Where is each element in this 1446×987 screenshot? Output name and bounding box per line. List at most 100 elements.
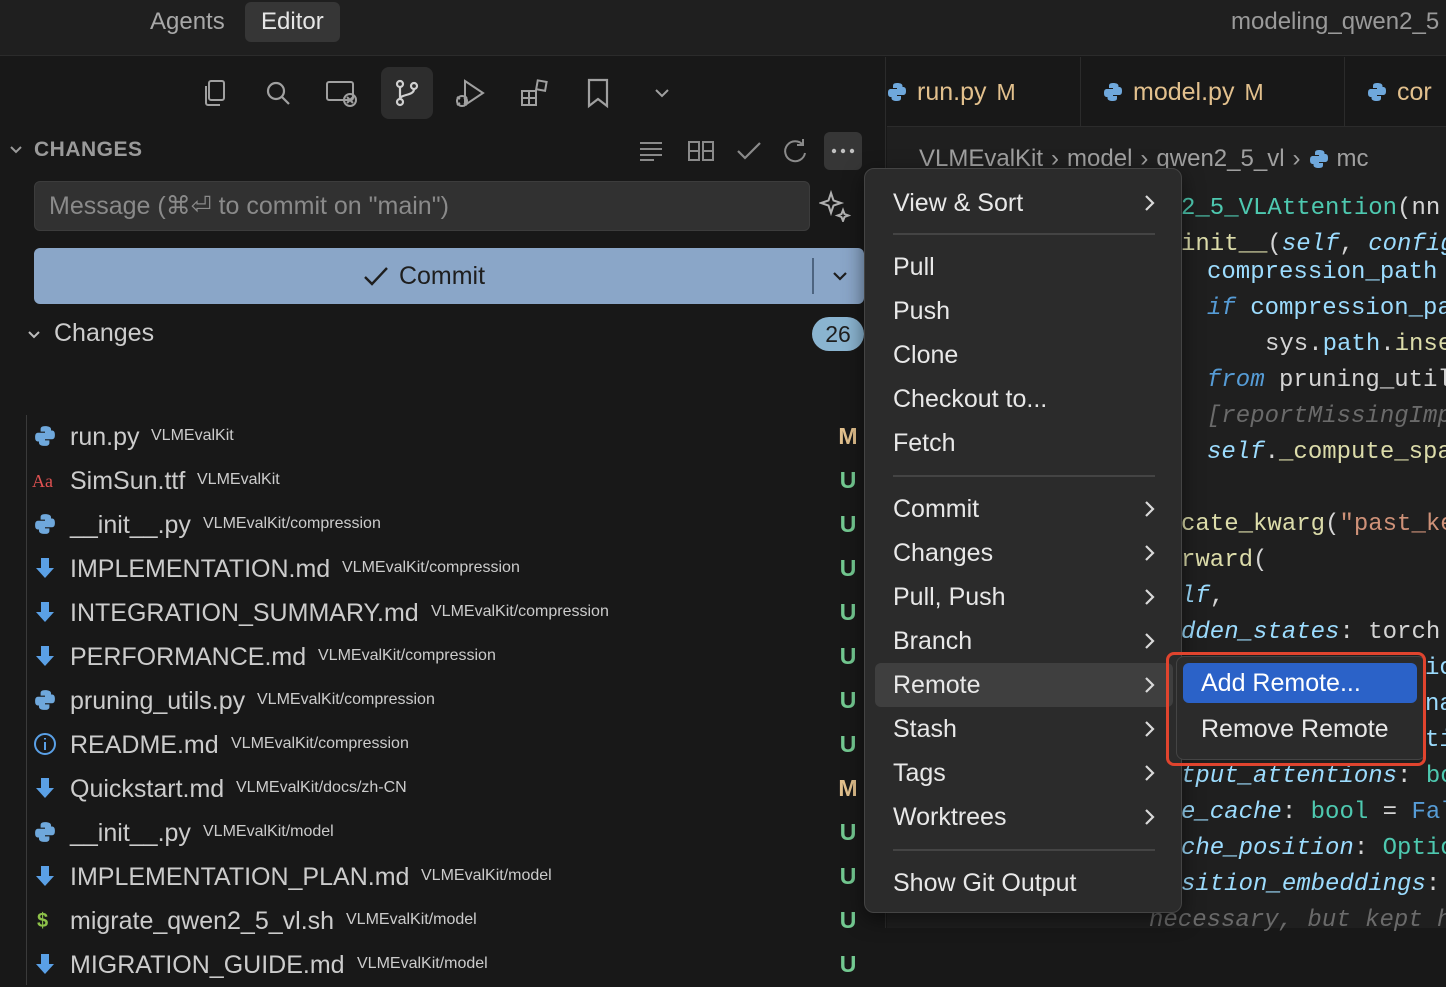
chevron-right-icon xyxy=(1145,809,1155,825)
compare-icon[interactable] xyxy=(682,132,720,170)
file-row[interactable]: __init__.py VLMEvalKit/compression U xyxy=(0,503,886,547)
chevron-right-icon xyxy=(1145,545,1155,561)
file-row[interactable]: run.py VLMEvalKit M xyxy=(0,415,886,459)
file-name: IMPLEMENTATION_PLAN.md xyxy=(70,863,410,891)
svg-text:$: $ xyxy=(37,910,48,932)
file-status: U xyxy=(839,687,857,713)
python-file-icon xyxy=(32,819,58,845)
menu-item-tags[interactable]: Tags xyxy=(875,751,1173,795)
markdown-file-icon xyxy=(32,643,58,669)
editor-tabs: run.py M model.py M cor xyxy=(887,57,1446,127)
file-status: U xyxy=(839,907,857,933)
menu-item-clone[interactable]: Clone xyxy=(875,333,1173,377)
tab-editor[interactable]: Editor xyxy=(245,2,340,42)
chevron-down-icon xyxy=(10,146,22,154)
extensions-icon[interactable] xyxy=(508,67,560,119)
file-name: Quickstart.md xyxy=(70,775,225,803)
commit-button[interactable]: Commit xyxy=(34,248,864,304)
file-row[interactable]: README.md VLMEvalKit/compression U xyxy=(0,723,886,767)
commit-separator xyxy=(812,258,814,294)
explorer-icon[interactable] xyxy=(189,67,241,119)
menu-item-pull-push[interactable]: Pull, Push xyxy=(875,575,1173,619)
file-row[interactable]: $ migrate_qwen2_5_vl.sh VLMEvalKit/model U xyxy=(0,899,886,943)
file-name: __init__.py xyxy=(70,819,191,847)
file-row[interactable]: __init__.py VLMEvalKit/model U xyxy=(0,811,886,855)
menu-item-checkout-to[interactable]: Checkout to... xyxy=(875,377,1173,421)
svg-text:Aa: Aa xyxy=(32,471,53,491)
changes-section-header[interactable]: CHANGES xyxy=(0,132,886,170)
menu-item-commit[interactable]: Commit xyxy=(875,487,1173,531)
menu-item-label: Checkout to... xyxy=(893,385,1048,413)
python-file-icon xyxy=(32,687,58,713)
file-row[interactable]: IMPLEMENTATION.md VLMEvalKit/compression U xyxy=(0,547,886,591)
file-path: VLMEvalKit/docs/zh-CN xyxy=(236,779,407,796)
chevron-right-icon xyxy=(1145,677,1155,693)
file-name: pruning_utils.py xyxy=(70,687,246,715)
file-path: VLMEvalKit/compression xyxy=(231,735,409,752)
file-row[interactable]: MIGRATION_GUIDE.md VLMEvalKit/model U xyxy=(0,943,886,987)
commit-message-input[interactable] xyxy=(35,182,809,230)
file-row[interactable]: IMPLEMENTATION_PLAN.md VLMEvalKit/model U xyxy=(0,855,886,899)
menu-item-pull[interactable]: Pull xyxy=(875,245,1173,289)
shell-file-icon: $ xyxy=(32,907,58,933)
font-file-icon: Aa xyxy=(32,467,58,493)
file-status: U xyxy=(839,731,857,757)
tab-run-py[interactable]: run.py M xyxy=(865,57,1081,127)
file-name: migrate_qwen2_5_vl.sh xyxy=(70,907,335,935)
menu-item-label: Stash xyxy=(893,715,957,743)
file-name: MIGRATION_GUIDE.md xyxy=(70,951,345,979)
tab-name: run.py xyxy=(917,77,987,106)
file-path: VLMEvalKit/compression xyxy=(203,515,381,532)
title-bar: Agents Editor modeling_qwen2_5 xyxy=(0,0,1446,56)
chevron-right-icon xyxy=(1145,589,1155,605)
menu-item-view-sort[interactable]: View & Sort xyxy=(875,181,1173,225)
menu-item-label: View & Sort xyxy=(893,189,1024,217)
menu-item-changes[interactable]: Changes xyxy=(875,531,1173,575)
more-actions-icon[interactable] xyxy=(824,132,862,170)
file-status: U xyxy=(839,511,857,537)
menu-item-fetch[interactable]: Fetch xyxy=(875,421,1173,465)
file-row[interactable]: pruning_utils.py VLMEvalKit/compression U xyxy=(0,679,886,723)
chevron-right-icon xyxy=(1145,195,1155,211)
menu-item-remote[interactable]: Remote xyxy=(875,663,1173,707)
tab-agents[interactable]: Agents xyxy=(134,2,241,42)
file-row[interactable]: Quickstart.md VLMEvalKit/docs/zh-CN M xyxy=(0,767,886,811)
menu-item-worktrees[interactable]: Worktrees xyxy=(875,795,1173,839)
python-file-icon xyxy=(1368,83,1386,101)
chevron-right-icon xyxy=(1145,633,1155,649)
refresh-icon[interactable] xyxy=(776,132,814,170)
chevron-down-icon[interactable] xyxy=(636,67,688,119)
menu-item-show-git-output[interactable]: Show Git Output xyxy=(875,861,1173,905)
tab-status: M xyxy=(1244,78,1264,105)
sparkle-icon[interactable] xyxy=(816,187,854,225)
changes-group-header[interactable]: Changes 26 xyxy=(0,315,886,355)
source-control-icon[interactable] xyxy=(381,67,433,119)
remote-explorer-icon[interactable] xyxy=(316,67,368,119)
menu-item-push[interactable]: Push xyxy=(875,289,1173,333)
run-debug-icon[interactable] xyxy=(444,67,496,119)
file-row[interactable]: Aa SimSun.ttf VLMEvalKit U xyxy=(0,459,886,503)
chevron-right-icon xyxy=(1145,501,1155,517)
file-name: PERFORMANCE.md xyxy=(70,643,307,671)
bookmark-icon[interactable] xyxy=(572,67,624,119)
file-path: VLMEvalKit/compression xyxy=(342,559,520,576)
view-as-list-icon[interactable] xyxy=(632,132,670,170)
file-path: VLMEvalKit/model xyxy=(421,867,552,884)
tab-name: cor xyxy=(1397,77,1432,106)
file-row[interactable]: PERFORMANCE.md VLMEvalKit/compression U xyxy=(0,635,886,679)
changes-group-label: Changes xyxy=(54,319,155,347)
commit-check-icon[interactable] xyxy=(730,132,768,170)
tab-model-py[interactable]: model.py M xyxy=(1081,57,1345,127)
search-icon[interactable] xyxy=(252,67,304,119)
menu-separator xyxy=(893,849,1155,851)
tab-cor[interactable]: cor xyxy=(1345,57,1446,127)
breadcrumb-item[interactable]: mc xyxy=(1337,145,1369,173)
menu-item-branch[interactable]: Branch xyxy=(875,619,1173,663)
menu-item-label: Fetch xyxy=(893,429,956,457)
commit-dropdown-button[interactable] xyxy=(816,248,864,304)
menu-item-label: Remote xyxy=(893,671,981,699)
menu-item-label: Pull, Push xyxy=(893,583,1006,611)
menu-item-stash[interactable]: Stash xyxy=(875,707,1173,751)
file-row[interactable]: INTEGRATION_SUMMARY.md VLMEvalKit/compres… xyxy=(0,591,886,635)
file-path: VLMEvalKit xyxy=(151,427,234,444)
